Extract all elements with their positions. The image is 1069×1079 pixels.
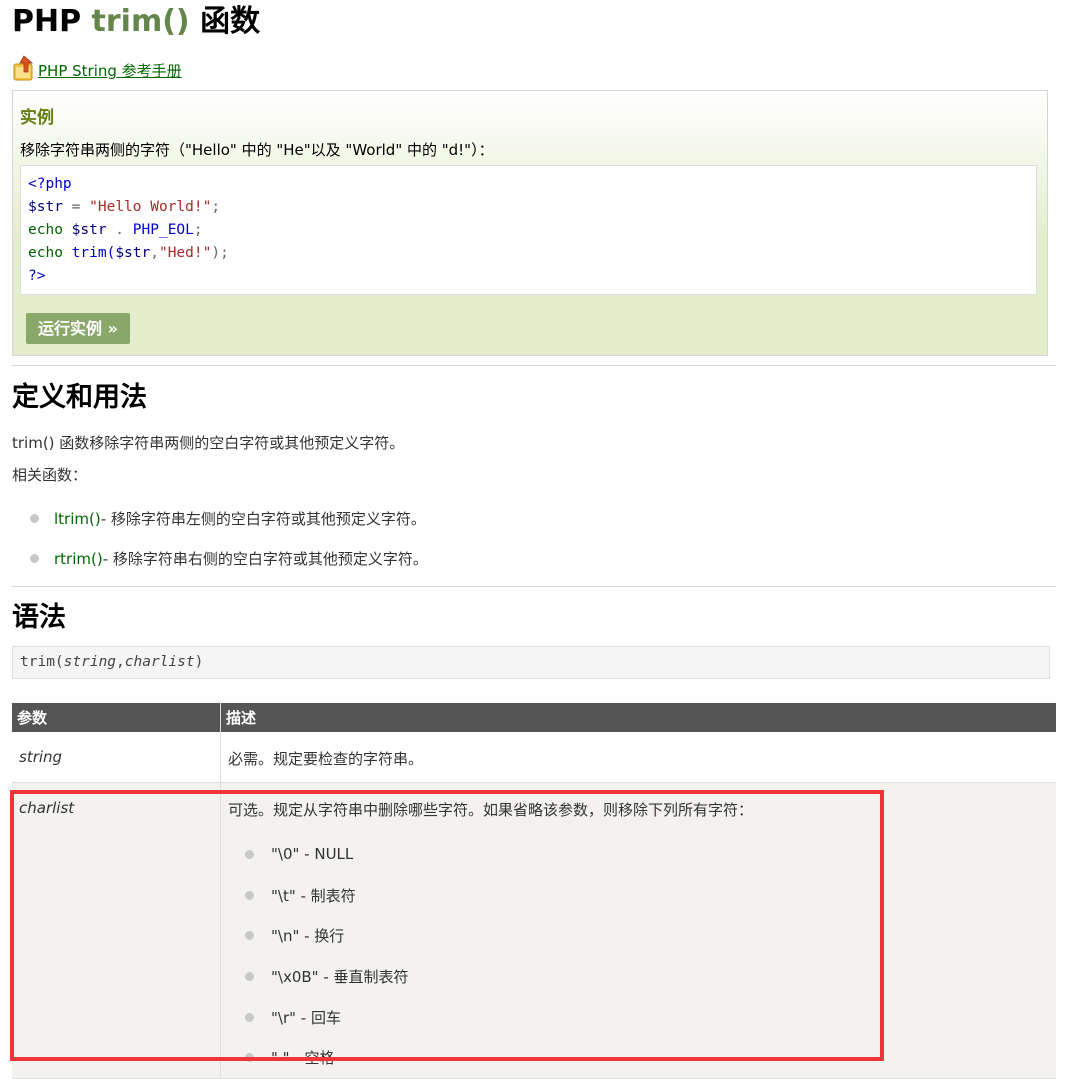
- code-block: <?php $str = "Hello World!"; echo $str .…: [20, 165, 1037, 295]
- rtrim-link[interactable]: rtrim(): [54, 550, 103, 568]
- example-panel: 实例 移除字符串两侧的字符（"Hello" 中的 "He"以及 "World" …: [12, 90, 1048, 356]
- charlist-item-text: "\r" - 回车: [271, 1008, 341, 1027]
- run-example-button[interactable]: 运行实例 »: [26, 313, 130, 344]
- syntax-function: trim(: [20, 654, 64, 670]
- desc-cell: 必需。规定要检查的字符串。: [220, 732, 1056, 783]
- divider: [12, 586, 1056, 587]
- charlist-items: "\0" - NULL "\t" - 制表符 "\n" - 换行 "\x0B" …: [228, 834, 1049, 1078]
- list-item: rtrim() - 移除字符串右侧的空白字符或其他预定义字符。: [30, 548, 428, 569]
- bullet-icon: [245, 971, 254, 981]
- related-description: - 移除字符串左侧的空白字符或其他预定义字符。: [100, 510, 426, 528]
- example-description: 移除字符串两侧的字符（"Hello" 中的 "He"以及 "World" 中的 …: [20, 141, 494, 159]
- ltrim-link[interactable]: ltrim(): [54, 510, 101, 528]
- code-line: echo trim($str,"Hed!");: [28, 242, 1029, 265]
- divider: [12, 365, 1056, 366]
- code-token: "Hed!": [158, 245, 212, 261]
- code-token: $str: [28, 199, 63, 215]
- related-description: - 移除字符串右侧的空白字符或其他预定义字符。: [102, 550, 428, 568]
- example-heading: 实例: [20, 108, 54, 128]
- bullet-icon: [245, 931, 254, 941]
- code-token: PHP_EOL: [132, 222, 194, 238]
- reference-link[interactable]: PHP String 参考手册: [12, 52, 182, 82]
- code-token: echo: [28, 222, 72, 238]
- param-name: string: [19, 748, 63, 766]
- syntax-arg-charlist: charlist: [124, 654, 195, 670]
- charlist-item-text: "\0" - NULL: [271, 845, 354, 864]
- bullet-icon: [245, 849, 254, 859]
- related-functions-label: 相关函数：: [12, 466, 88, 484]
- title-prefix: PHP: [12, 4, 82, 39]
- page-title: PHP trim() 函数: [12, 2, 260, 42]
- code-token: $str: [115, 245, 151, 261]
- bullet-icon: [30, 514, 39, 523]
- syntax-close: ): [194, 654, 204, 670]
- param-cell: string: [12, 732, 221, 783]
- list-item: "\0" - NULL: [228, 834, 1049, 875]
- title-function: trim(): [91, 4, 190, 39]
- definition-heading: 定义和用法: [12, 382, 147, 413]
- list-item: "\r" - 回车: [228, 997, 1049, 1038]
- code-token: ,: [150, 245, 159, 261]
- desc-cell: 可选。规定从字符串中删除哪些字符。如果省略该参数，则移除下列所有字符： "\0"…: [220, 782, 1056, 1079]
- code-token: $str: [71, 222, 107, 238]
- code-line: <?php: [28, 173, 1029, 196]
- code-token: ;: [193, 222, 203, 238]
- table-header-row: 参数 描述: [12, 703, 1056, 732]
- syntax-heading: 语法: [12, 602, 66, 633]
- param-name: charlist: [19, 799, 75, 817]
- list-item: ltrim() - 移除字符串左侧的空白字符或其他预定义字符。: [30, 508, 426, 529]
- parameters-table: 参数 描述 string 必需。规定要检查的字符串。 charlist 可选。规…: [12, 703, 1056, 1079]
- code-token: "Hello World!": [89, 199, 212, 215]
- table-row: string 必需。规定要检查的字符串。: [12, 732, 1056, 783]
- syntax-comma: ,: [116, 654, 125, 670]
- code-token: <?php: [28, 176, 72, 192]
- param-description: 可选。规定从字符串中删除哪些字符。如果省略该参数，则移除下列所有字符：: [228, 801, 754, 819]
- syntax-block: trim(string,charlist): [12, 646, 1050, 679]
- code-line: echo $str . PHP_EOL;: [28, 219, 1029, 242]
- code-line: ?>: [28, 265, 1029, 288]
- code-token: =: [62, 199, 90, 215]
- code-token: .: [106, 222, 133, 238]
- code-token: trim(: [71, 245, 116, 261]
- param-description: 必需。规定要检查的字符串。: [228, 750, 424, 768]
- code-token: ;: [211, 199, 221, 215]
- list-item: "\x0B" - 垂直制表符: [228, 956, 1049, 997]
- back-arrow-icon: [12, 54, 38, 82]
- code-token: );: [211, 245, 229, 261]
- charlist-item-text: " " - 空格: [271, 1049, 335, 1068]
- list-item: " " - 空格: [228, 1037, 1049, 1078]
- header-param: 参数: [12, 703, 221, 732]
- list-item: "\n" - 换行: [228, 915, 1049, 956]
- code-token: echo: [28, 245, 72, 261]
- param-cell: charlist: [12, 782, 221, 1079]
- bullet-icon: [245, 1053, 254, 1063]
- code-token: ?>: [28, 268, 46, 284]
- charlist-item-text: "\t" - 制表符: [271, 886, 356, 905]
- charlist-item-text: "\x0B" - 垂直制表符: [271, 967, 409, 986]
- list-item: "\t" - 制表符: [228, 875, 1049, 916]
- bullet-icon: [245, 1012, 254, 1022]
- code-line: $str = "Hello World!";: [28, 196, 1029, 219]
- bullet-icon: [30, 554, 39, 563]
- syntax-arg-string: string: [63, 654, 117, 670]
- table-row: charlist 可选。规定从字符串中删除哪些字符。如果省略该参数，则移除下列所…: [12, 782, 1056, 1079]
- definition-text: trim() 函数移除字符串两侧的空白字符或其他预定义字符。: [12, 434, 405, 452]
- bullet-icon: [245, 890, 254, 900]
- charlist-item-text: "\n" - 换行: [271, 927, 345, 946]
- title-suffix: 函数: [200, 4, 261, 39]
- reference-link-text[interactable]: PHP String 参考手册: [38, 62, 182, 80]
- header-description: 描述: [220, 703, 1056, 732]
